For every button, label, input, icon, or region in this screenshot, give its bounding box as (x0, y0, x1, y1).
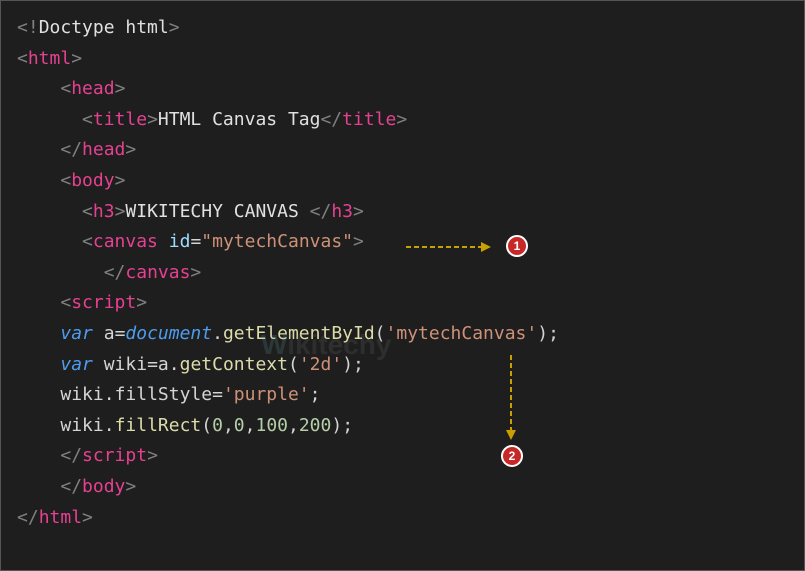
code-line-canvas-open: <canvas id="mytechCanvas"> (17, 227, 804, 258)
code-line-fillrect: wiki.fillRect(0,0,100,200); (17, 411, 804, 442)
code-line-body-open: <body> (17, 166, 804, 197)
code-line-fillstyle: wiki.fillStyle='purple'; (17, 380, 804, 411)
code-line-title: <title>HTML Canvas Tag</title> (17, 105, 804, 136)
code-line-doctype: <!Doctype html> (17, 13, 804, 44)
code-line-html-close: </html> (17, 503, 804, 534)
code-line-head-close: </head> (17, 135, 804, 166)
code-line-script-close: </script> (17, 441, 804, 472)
annotation-badge-1: 1 (506, 235, 528, 257)
code-line-var-wiki: var wiki=a.getContext('2d'); (17, 350, 804, 381)
code-line-html-open: <html> (17, 44, 804, 75)
code-line-body-close: </body> (17, 472, 804, 503)
code-line-canvas-close: </canvas> (17, 258, 804, 289)
code-line-h3: <h3>WIKITECHY CANVAS </h3> (17, 197, 804, 228)
code-block: <!Doctype html> <html> <head> <title>HTM… (17, 13, 804, 533)
code-line-var-a: var a=document.getElementById('mytechCan… (17, 319, 804, 350)
code-line-script-open: <script> (17, 288, 804, 319)
annotation-badge-2: 2 (501, 445, 523, 467)
code-line-head-open: <head> (17, 74, 804, 105)
